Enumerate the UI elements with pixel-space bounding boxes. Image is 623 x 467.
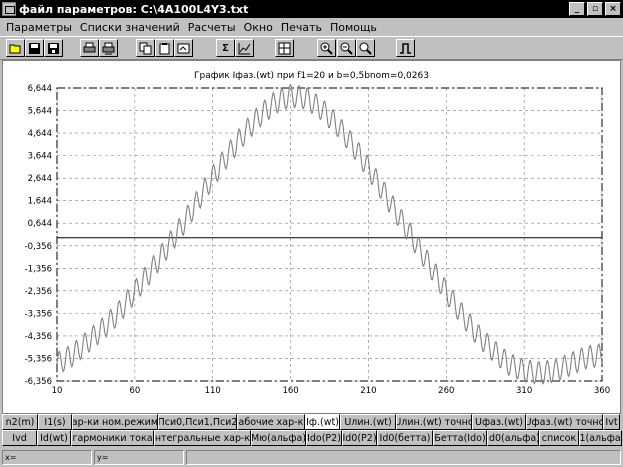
table-icon[interactable] bbox=[275, 39, 294, 57]
status-bar: x= y= bbox=[0, 448, 623, 467]
y-tick-label: 1,644 bbox=[28, 197, 52, 207]
x-tick-label: 160 bbox=[282, 386, 298, 396]
tab-r1-8[interactable]: Uлин.(wt) точно bbox=[396, 414, 472, 430]
minimize-button[interactable]: _ bbox=[569, 2, 585, 16]
x-tick-label: 310 bbox=[516, 386, 532, 396]
tab-r1-3[interactable]: хар-ки ном.режима bbox=[72, 414, 158, 430]
print-icon[interactable] bbox=[80, 39, 99, 57]
y-tick-label: -5,356 bbox=[25, 354, 52, 364]
tab-r2-8[interactable]: Id0(бетта) bbox=[377, 430, 433, 446]
tab-r1-6[interactable]: Iф.(wt) bbox=[305, 414, 340, 430]
tab-r1-2[interactable]: I1(s) bbox=[38, 414, 72, 430]
tab-r2-1[interactable]: Ivd bbox=[2, 430, 37, 446]
menu-parameters[interactable]: Параметры bbox=[2, 21, 76, 34]
save-all-icon[interactable] bbox=[44, 39, 63, 57]
print-preview-icon[interactable] bbox=[99, 39, 118, 57]
x-tick-label: 60 bbox=[129, 386, 140, 396]
line-chart: 6,644 5,644 4,644 3,644 2,644 1,644 0,644 -0,35… bbox=[25, 83, 610, 396]
menu-print[interactable]: Печать bbox=[277, 21, 326, 34]
tab-r2-10[interactable]: Id0(альфа) bbox=[487, 430, 539, 446]
tab-r2-5[interactable]: Mю(альфа) bbox=[251, 430, 306, 446]
open-file-icon[interactable] bbox=[6, 39, 25, 57]
chart-icon[interactable] bbox=[235, 39, 254, 57]
app-icon bbox=[2, 2, 16, 16]
tab-r1-7[interactable]: Uлин.(wt) bbox=[340, 414, 396, 430]
menu-calculations[interactable]: Расчеты bbox=[184, 21, 240, 34]
y-tick-label: 2,644 bbox=[28, 174, 52, 184]
menu-help[interactable]: Помощь bbox=[326, 21, 381, 34]
plot-border bbox=[56, 87, 603, 382]
x-tick-label: 10 bbox=[52, 386, 63, 396]
pulse-icon[interactable] bbox=[396, 39, 415, 57]
tab-r1-4[interactable]: Пси0,Пси1,Пси2 bbox=[158, 414, 237, 430]
save-icon[interactable] bbox=[25, 39, 44, 57]
y-tick-label: 6,644 bbox=[28, 84, 52, 94]
tab-r2-12[interactable]: I1(альфа) bbox=[579, 430, 622, 446]
zoom-out-icon[interactable] bbox=[337, 39, 356, 57]
tab-r1-10[interactable]: Uфаз.(wt) точно bbox=[526, 414, 603, 430]
tab-r2-3[interactable]: гармоники тока bbox=[71, 430, 154, 446]
y-tick-label: -3,356 bbox=[25, 309, 52, 319]
x-tick-label: 110 bbox=[205, 386, 221, 396]
close-button[interactable]: × bbox=[605, 2, 621, 16]
tab-r1-11[interactable]: Ivt bbox=[603, 414, 620, 430]
tabs-row-2: Ivd Id(wt) гармоники тока интегральные хар-… bbox=[2, 430, 622, 446]
status-y: y= bbox=[94, 450, 184, 465]
tab-r2-11[interactable]: список bbox=[539, 430, 579, 446]
zoom-fit-icon[interactable] bbox=[356, 39, 375, 57]
tab-r2-9[interactable]: Бетта(Ido) bbox=[433, 430, 487, 446]
y-tick-label: -0,356 bbox=[25, 242, 52, 252]
y-tick-label: 0,644 bbox=[28, 219, 52, 229]
tab-r1-5[interactable]: рабочие хар-ки bbox=[237, 414, 305, 430]
x-tick-label: 210 bbox=[360, 386, 376, 396]
x-tick-label: 360 bbox=[594, 386, 610, 396]
chart-window: График Iфаз.(wt) при f1=20 и b=0,5bnom=0… bbox=[2, 60, 621, 414]
y-tick-label: -2,356 bbox=[25, 287, 52, 297]
y-tick-label: -1,356 bbox=[25, 264, 52, 274]
tab-r2-6[interactable]: Ido(P2) bbox=[306, 430, 342, 446]
status-x: x= bbox=[2, 450, 92, 465]
tabs-row-1: n2(m)I1(s)хар-ки ном.режимаПси0,Пси1,Пси… bbox=[2, 414, 620, 430]
zoom-in-icon[interactable] bbox=[317, 39, 336, 57]
window-title: файл параметров: C:\4A100L4Y3.txt bbox=[19, 2, 249, 16]
menu-window[interactable]: Окно bbox=[240, 21, 277, 34]
tab-r2-4[interactable]: интегральные хар-ки bbox=[154, 430, 251, 446]
menu-value-lists[interactable]: Списки значений bbox=[76, 21, 184, 34]
y-tick-label: -4,356 bbox=[25, 332, 52, 342]
x-tick-label: 260 bbox=[438, 386, 454, 396]
y-tick-label: 5,644 bbox=[28, 107, 52, 117]
series-line bbox=[56, 83, 603, 385]
paste-icon[interactable] bbox=[155, 39, 174, 57]
tab-r1-1[interactable]: n2(m) bbox=[2, 414, 38, 430]
menu-bar: Параметры Списки значений Расчеты Окно П… bbox=[0, 18, 623, 36]
title-bar: файл параметров: C:\4A100L4Y3.txt _ ▫ × bbox=[0, 0, 623, 18]
export-icon[interactable] bbox=[174, 39, 193, 57]
maximize-button[interactable]: ▫ bbox=[587, 2, 603, 16]
y-tick-label: -6,356 bbox=[25, 377, 52, 387]
sum-icon[interactable]: Σ bbox=[216, 39, 235, 57]
copy-icon[interactable] bbox=[136, 39, 155, 57]
y-tick-label: 3,644 bbox=[28, 152, 52, 162]
y-tick-label: 4,644 bbox=[28, 129, 52, 139]
tab-r2-7[interactable]: Id0(P2) bbox=[342, 430, 377, 446]
toolbar: Σ bbox=[0, 36, 623, 60]
tab-r1-9[interactable]: Uфаз.(wt) bbox=[472, 414, 526, 430]
status-empty bbox=[186, 450, 621, 465]
tab-r2-2[interactable]: Id(wt) bbox=[37, 430, 71, 446]
